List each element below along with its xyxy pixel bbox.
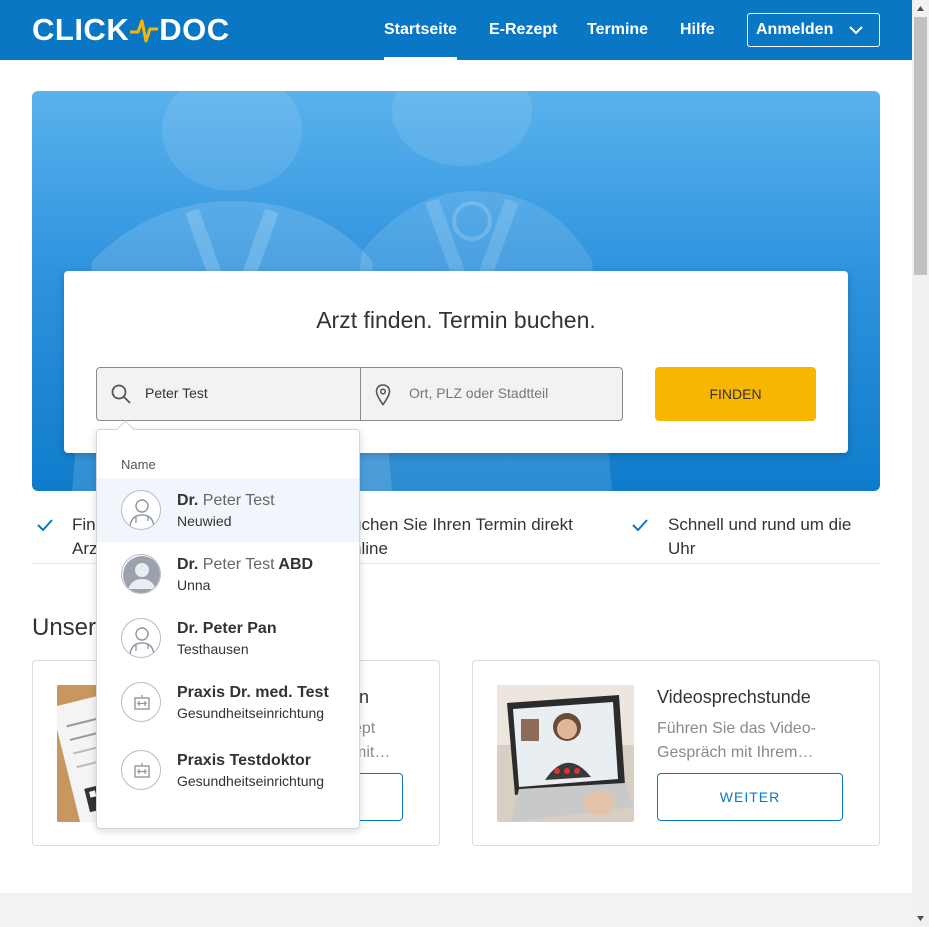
person-avatar-icon [121,554,161,594]
doctor-avatar-icon [121,490,161,530]
location-pin-icon [375,384,391,406]
scrollbar-thumb[interactable] [914,17,927,275]
search-suggestions-dropdown: Name Dr. Peter Test Neuwied Dr. Peter Te… [96,429,360,829]
logo-text-left: CLICK [32,12,130,47]
building-icon [121,682,161,722]
logo-text-right: DOC [159,12,230,47]
suggestion-name: Dr. Peter Test [177,492,342,510]
feature-line: uchen Sie Ihren Termin direkt [352,515,573,534]
search-divider [360,368,361,420]
scroll-up-arrow-icon[interactable] [912,0,929,17]
feature-line: Schnell und rund um die [668,515,852,534]
suggestion-location: Testhausen [177,641,249,657]
footer-band [0,893,912,927]
nav-termine[interactable]: Termine [587,0,648,60]
suggestion-name: Praxis Testdoktor [177,752,311,769]
suggestion-item[interactable]: Praxis Dr. med. Test Gesundheitseinricht… [97,670,359,734]
search-input[interactable]: Peter Test [145,385,208,401]
name-suffix: ABD [278,556,314,573]
location-input[interactable]: Ort, PLZ oder Stadtteil [409,385,548,401]
suggestion-item[interactable]: Dr. Peter Pan Testhausen [97,606,359,670]
suggestion-location: Gesundheitseinrichtung [177,773,325,789]
feature-line: Arz [72,539,98,558]
weiter-button[interactable]: WEITER [657,773,843,821]
feature-line: Uhr [668,539,696,558]
chevron-down-icon [849,26,863,35]
name-match: Peter Test [202,556,275,573]
search-icon [111,384,131,404]
feature-line: Fin [72,515,96,534]
login-button[interactable]: Anmelden [747,13,880,47]
card-title: n [359,687,370,707]
section-title: Unser [32,614,97,641]
search-card: Arzt finden. Termin buchen. Peter Test O… [64,271,848,453]
suggestion-item[interactable]: Dr. Peter Test Neuwied [97,478,359,542]
name-match: Peter Test [202,492,275,509]
find-button[interactable]: FINDEN [655,367,816,421]
service-card-video: Videosprechstunde Führen Sie das Video- … [472,660,880,846]
feature-line: nline [352,539,388,558]
search-title: Arzt finden. Termin buchen. [316,307,596,333]
suggestion-location: Neuwied [177,513,232,529]
nav-e-rezept[interactable]: E-Rezept [489,0,557,60]
suggestion-location: Unna [177,577,211,593]
card-desc-line: Führen Sie das Video- [657,720,816,737]
clickdoc-logo[interactable]: CLICK DOC [32,12,230,48]
name-prefix: Dr. [177,492,199,509]
suggestion-item[interactable]: Praxis Testdoktor Gesundheitseinrichtung [97,738,359,802]
logo-wave-icon [130,19,159,43]
video-call-image [497,685,634,822]
suggestion-name: Dr. Peter Pan [177,620,277,637]
doctor-avatar-icon [121,618,161,658]
card-desc-line: Gespräch mit Ihrem… [657,744,814,761]
login-label: Anmelden [756,21,834,38]
top-header: CLICK DOC Startseite E-Rezept Termine Hi… [0,0,912,60]
suggestion-name: Dr. Peter Test ABD [177,556,342,574]
building-icon [121,750,161,790]
scroll-down-arrow-icon[interactable] [912,910,929,927]
nav-startseite[interactable]: Startseite [384,0,457,60]
suggestions-heading: Name [121,457,156,472]
suggestion-location: Gesundheitseinrichtung [177,705,325,721]
nav-hilfe[interactable]: Hilfe [680,0,715,60]
card-title: Videosprechstunde [657,687,811,707]
check-icon [37,519,53,531]
suggestion-name: Praxis Dr. med. Test [177,684,329,701]
card-description: Führen Sie das Video- Gespräch mit Ihrem… [657,717,827,765]
check-icon [632,519,648,531]
suggestion-item[interactable]: Dr. Peter Test ABD Unna [97,542,359,606]
video-laptop-icon [497,685,634,822]
name-prefix: Dr. [177,556,199,573]
search-box: Peter Test Ort, PLZ oder Stadtteil [96,367,623,421]
page-scrollbar[interactable] [912,0,929,927]
